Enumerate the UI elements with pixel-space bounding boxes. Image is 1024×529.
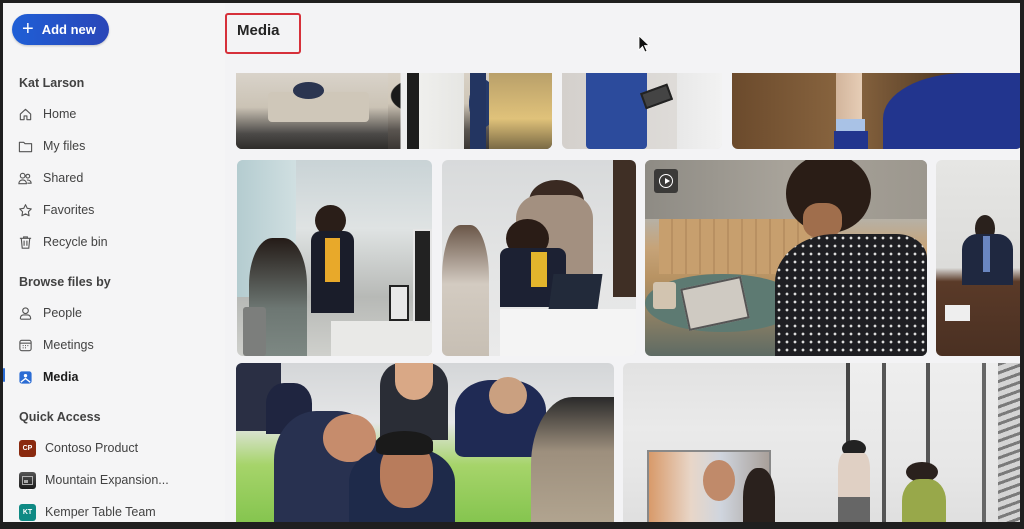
businessman-photo[interactable] bbox=[936, 160, 1020, 356]
sidebar-item-label: Home bbox=[43, 107, 77, 121]
sidebar-item-label: Shared bbox=[43, 171, 84, 185]
classroom-photo[interactable] bbox=[236, 363, 614, 522]
calendar-icon bbox=[17, 337, 33, 353]
sidebar-item-my-files[interactable]: My files bbox=[17, 135, 217, 157]
sidebar: + Add new Kat Larson Home My files Share… bbox=[3, 3, 225, 522]
image-icon bbox=[17, 369, 33, 385]
video-conference-photo[interactable] bbox=[623, 363, 1020, 522]
active-indicator bbox=[3, 368, 5, 382]
sidebar-item-home[interactable]: Home bbox=[17, 103, 217, 125]
quick-access-title: Quick Access bbox=[19, 410, 101, 424]
page-title: Media bbox=[237, 22, 280, 39]
site-thumbnail-icon bbox=[19, 471, 36, 489]
quick-access-item-kemper-table-team[interactable]: KT Kemper Table Team bbox=[19, 501, 219, 522]
site-badge: CP bbox=[19, 439, 36, 457]
add-new-button[interactable]: + Add new bbox=[12, 14, 109, 45]
browse-section-title: Browse files by bbox=[19, 275, 111, 289]
play-icon bbox=[659, 174, 673, 188]
quick-access-label: Mountain Expansion... bbox=[45, 473, 169, 487]
laptop-collaboration-photo[interactable] bbox=[442, 160, 636, 356]
sidebar-item-label: Media bbox=[43, 370, 79, 384]
sidebar-item-label: Favorites bbox=[43, 203, 95, 217]
sidebar-item-label: Meetings bbox=[43, 338, 94, 352]
sidebar-item-shared[interactable]: Shared bbox=[17, 167, 217, 189]
add-new-label: Add new bbox=[41, 22, 96, 37]
living-room-photo[interactable] bbox=[236, 73, 552, 149]
tablet-pen-video[interactable] bbox=[645, 160, 927, 356]
star-icon bbox=[17, 202, 33, 218]
blue-suit-photo[interactable] bbox=[732, 73, 1020, 149]
tablet-user-photo[interactable] bbox=[562, 73, 722, 149]
folder-icon bbox=[17, 138, 33, 154]
office-meeting-photo[interactable] bbox=[237, 160, 432, 356]
sidebar-item-recycle-bin[interactable]: Recycle bin bbox=[17, 231, 217, 253]
home-icon bbox=[17, 106, 33, 122]
quick-access-item-contoso-product[interactable]: CP Contoso Product bbox=[19, 437, 219, 459]
sidebar-item-label: My files bbox=[43, 139, 86, 153]
main-content: Media bbox=[225, 3, 1020, 522]
sidebar-item-favorites[interactable]: Favorites bbox=[17, 199, 217, 221]
sidebar-item-label: People bbox=[43, 306, 82, 320]
user-name: Kat Larson bbox=[19, 76, 85, 90]
quick-access-label: Contoso Product bbox=[45, 441, 139, 455]
sidebar-item-meetings[interactable]: Meetings bbox=[17, 334, 217, 356]
video-badge bbox=[654, 169, 678, 193]
sidebar-item-people[interactable]: People bbox=[17, 302, 217, 324]
sidebar-item-media[interactable]: Media bbox=[17, 366, 217, 388]
people-icon bbox=[17, 170, 33, 186]
sidebar-item-label: Recycle bin bbox=[43, 235, 108, 249]
person-icon bbox=[17, 305, 33, 321]
trash-icon bbox=[17, 234, 33, 250]
plus-icon: + bbox=[22, 17, 34, 40]
mouse-cursor-icon bbox=[638, 35, 650, 53]
quick-access-label: Kemper Table Team bbox=[45, 505, 156, 519]
site-badge: KT bbox=[19, 503, 36, 521]
app-window: + Add new Kat Larson Home My files Share… bbox=[3, 3, 1020, 522]
quick-access-item-mountain-expansion[interactable]: Mountain Expansion... bbox=[19, 469, 219, 491]
